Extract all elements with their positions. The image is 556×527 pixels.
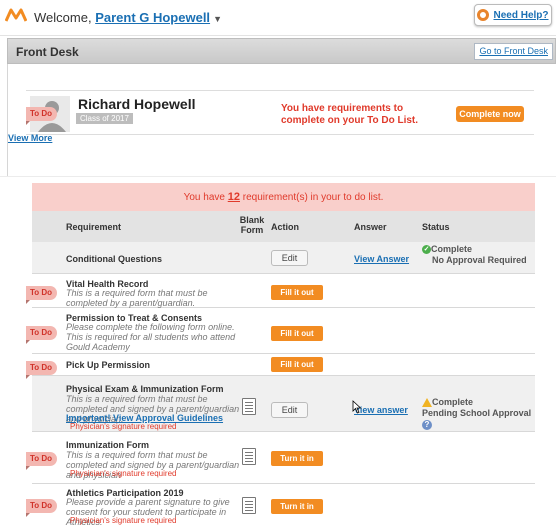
col-requirement: Requirement — [66, 222, 122, 232]
front-desk-header: Front Desk Go to Front Desk — [7, 38, 556, 64]
welcome-text: Welcome, Parent G Hopewell ▼ — [34, 10, 222, 25]
complete-now-button[interactable]: Complete now — [456, 106, 524, 122]
turn-it-in-button[interactable]: Turn it in — [271, 499, 323, 514]
page-title: Front Desk — [16, 45, 79, 59]
status-text: Complete — [432, 397, 474, 407]
requirement-title: Physical Exam & Immunization Form — [66, 384, 224, 394]
table-row: Immunization Form This is a required for… — [32, 432, 535, 484]
status-text: Complete — [431, 244, 473, 254]
requirement-title: Pick Up Permission — [66, 360, 151, 370]
col-status: Status — [422, 222, 450, 232]
todo-tag: To Do — [26, 326, 58, 344]
status-badge: Complete Pending School Approval ? — [422, 397, 535, 430]
document-icon[interactable] — [242, 448, 256, 465]
banner-suffix: requirement(s) in your to do list. — [239, 192, 384, 203]
welcome-label: Welcome, — [34, 10, 92, 25]
todo-tag: To Do — [26, 107, 58, 125]
need-help-label: Need Help? — [493, 9, 549, 21]
signature-note: Physician's signature required — [70, 422, 177, 431]
col-action: Action — [271, 222, 299, 232]
lifebuoy-icon — [477, 9, 490, 21]
todo-tag: To Do — [26, 286, 58, 304]
todo-tag: To Do — [26, 499, 58, 517]
user-menu-link[interactable]: Parent G Hopewell — [95, 10, 210, 25]
requirement-title: Conditional Questions — [66, 254, 162, 264]
table-header: Requirement Blank Form Action Answer Sta… — [32, 211, 535, 242]
check-icon: ✓ — [422, 245, 431, 255]
edit-button[interactable]: Edit — [271, 402, 308, 418]
status-subtext: Pending School Approval — [422, 408, 532, 418]
help-icon[interactable]: ? — [422, 419, 432, 430]
col-answer: Answer — [354, 222, 387, 232]
table-row: Athletics Participation 2019 Please prov… — [32, 484, 535, 527]
need-help-button[interactable]: Need Help? — [474, 4, 552, 26]
table-row: Physical Exam & Immunization Form This i… — [32, 376, 535, 432]
class-badge: Class of 2017 — [76, 113, 133, 124]
view-more-link[interactable]: View More — [8, 133, 52, 143]
edit-button[interactable]: Edit — [271, 250, 308, 266]
go-to-front-desk-link[interactable]: Go to Front Desk — [474, 43, 553, 60]
col-blank-form: Blank Form — [239, 215, 265, 235]
app-logo-icon[interactable] — [5, 7, 27, 25]
document-icon[interactable] — [242, 398, 256, 415]
requirement-description: This is a required form that must be com… — [66, 288, 208, 308]
todo-tag: To Do — [26, 452, 58, 470]
todo-tag: To Do — [26, 361, 58, 379]
banner-prefix: You have — [183, 192, 228, 203]
status-badge: ✓ Complete No Approval Required — [422, 244, 527, 266]
divider — [26, 90, 534, 91]
divider — [26, 134, 534, 135]
view-answer-link[interactable]: View Answer — [354, 254, 409, 264]
fill-it-out-button[interactable]: Fill it out — [271, 285, 323, 300]
todo-count-link[interactable]: 12 — [228, 191, 240, 203]
document-icon[interactable] — [242, 497, 256, 514]
table-row: Permission to Treat & Consents Please co… — [32, 308, 535, 354]
warning-icon — [422, 398, 432, 408]
requirement-description: Please complete the following form onlin… — [66, 322, 236, 352]
requirement-title: Immunization Form — [66, 440, 149, 450]
top-bar: Welcome, Parent G Hopewell ▼ Need Help? — [0, 0, 556, 36]
table-row: Conditional Questions Edit View Answer ✓… — [32, 242, 535, 274]
signature-note: Physician's signature required — [70, 469, 177, 478]
todo-banner: You have 12 requirement(s) in your to do… — [32, 183, 535, 211]
fill-it-out-button[interactable]: Fill it out — [271, 357, 323, 372]
student-name: Richard Hopewell — [78, 96, 196, 112]
view-answer-link[interactable]: View answer — [354, 405, 408, 415]
mouse-cursor-icon — [352, 400, 362, 414]
table-row: Pick Up Permission Fill it out — [32, 354, 535, 376]
chevron-down-icon[interactable]: ▼ — [213, 14, 222, 24]
turn-it-in-button[interactable]: Turn it in — [271, 451, 323, 466]
requirements-message: You have requirements to complete on you… — [281, 103, 419, 126]
status-subtext: No Approval Required — [432, 255, 527, 265]
fill-it-out-button[interactable]: Fill it out — [271, 326, 323, 341]
table-row: Vital Health Record This is a required f… — [32, 274, 535, 308]
signature-note: Physician's signature required — [70, 516, 177, 525]
